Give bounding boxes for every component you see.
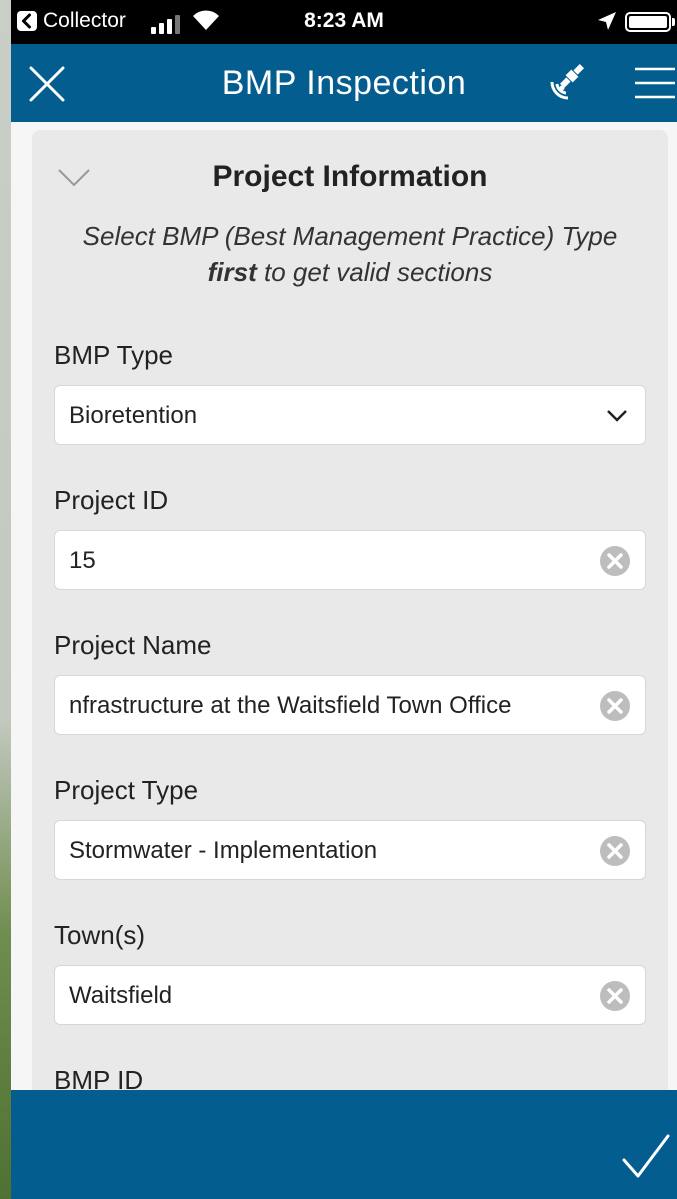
battery-tip: [672, 18, 675, 26]
project-id-label: Project ID: [54, 485, 169, 515]
project-name-value: nfrastructure at the Waitsfield Town Off…: [69, 692, 512, 719]
battery-icon: [625, 12, 671, 32]
background-map-strip: [0, 0, 11, 1199]
project-type-field: Project Type Stormwater - Implementation: [54, 775, 646, 880]
towns-label: Town(s): [54, 920, 146, 950]
form-content[interactable]: Project Information Select BMP (Best Man…: [11, 122, 677, 1090]
nav-bar: BMP Inspection: [11, 44, 677, 122]
bmp-type-value: Bioretention: [69, 402, 198, 429]
towns-value: Waitsfield: [69, 982, 173, 1009]
project-id-field: Project ID 15: [54, 485, 646, 590]
clear-icon[interactable]: [599, 980, 631, 1012]
section-instructions: Select BMP (Best Management Practice) Ty…: [42, 218, 658, 290]
towns-input[interactable]: Waitsfield: [54, 965, 646, 1025]
project-type-value: Stormwater - Implementation: [69, 837, 378, 864]
instructions-bold: first: [207, 257, 257, 287]
bmp-id-field: BMP ID: [54, 1065, 646, 1090]
hamburger-menu-icon[interactable]: [633, 66, 677, 100]
clear-icon[interactable]: [599, 690, 631, 722]
bmp-id-label: BMP ID: [54, 1065, 144, 1090]
clock: 8:23 AM: [304, 9, 384, 32]
status-bar: Collector 8:23 AM: [11, 0, 677, 44]
project-name-field: Project Name nfrastructure at the Waitsf…: [54, 630, 646, 735]
clear-icon[interactable]: [599, 545, 631, 577]
project-name-input[interactable]: nfrastructure at the Waitsfield Town Off…: [54, 675, 646, 735]
bottom-toolbar: [11, 1090, 677, 1199]
project-type-input[interactable]: Stormwater - Implementation: [54, 820, 646, 880]
towns-field: Town(s) Waitsfield: [54, 920, 646, 1025]
instructions-suffix: to get valid sections: [256, 257, 493, 287]
checkmark-icon[interactable]: [621, 1130, 671, 1182]
chevron-down-icon[interactable]: [605, 406, 629, 426]
project-id-value: 15: [69, 547, 96, 574]
section-title: Project Information: [212, 160, 488, 193]
bmp-type-field: BMP Type Bioretention: [54, 340, 646, 445]
gps-satellite-icon[interactable]: [546, 60, 590, 104]
bmp-type-select[interactable]: Bioretention: [54, 385, 646, 445]
project-id-input[interactable]: 15: [54, 530, 646, 590]
project-name-label: Project Name: [54, 630, 212, 660]
bmp-type-label: BMP Type: [54, 340, 173, 370]
project-type-label: Project Type: [54, 775, 199, 805]
clear-icon[interactable]: [599, 835, 631, 867]
instructions-prefix: Select BMP (Best Management Practice) Ty…: [82, 221, 618, 251]
location-arrow-icon: [598, 12, 616, 30]
project-information-section: Project Information Select BMP (Best Man…: [32, 130, 668, 1090]
section-header[interactable]: Project Information: [32, 130, 668, 222]
